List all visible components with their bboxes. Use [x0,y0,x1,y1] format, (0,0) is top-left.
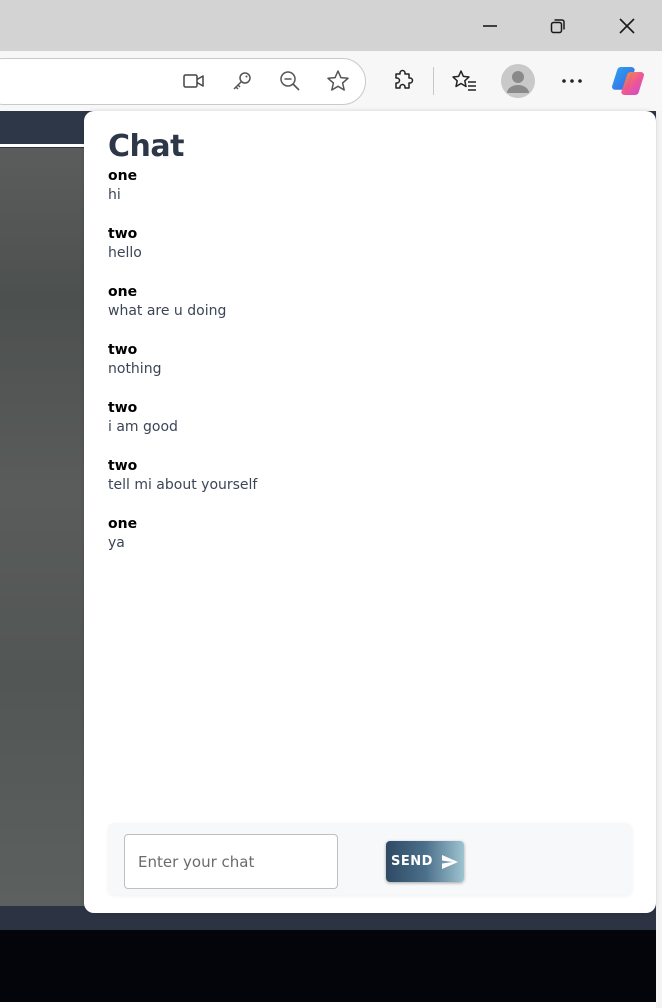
favorites-button[interactable] [447,64,481,98]
message-sender: two [108,400,138,416]
camera-button[interactable] [177,64,211,98]
footer-strip [0,930,656,1002]
extensions-icon [395,69,414,89]
message-sender: one [108,168,138,184]
extensions-button[interactable] [386,64,420,98]
send-icon [441,854,458,869]
favorite-button[interactable] [321,64,355,98]
message-item: one ya [108,515,628,573]
web-page: Chat one hi two hello one what are u doi… [0,111,662,1008]
chat-input[interactable] [124,834,338,889]
close-window-button[interactable] [594,0,660,51]
browser-toolbar [0,51,662,111]
send-button-label: SEND [391,854,433,869]
favorites-icon [452,70,476,91]
message-sender: one [108,516,138,532]
message-item: one what are u doing [108,283,628,341]
message-text: i am good [108,419,178,435]
page-scrollbar-gutter[interactable] [656,111,662,1008]
chat-title: Chat [108,129,184,164]
profile-avatar-icon [501,64,535,98]
message-item: two nothing [108,341,628,399]
message-list: one hi two hello one what are u doing tw… [108,167,628,573]
copilot-icon [612,67,644,95]
password-button[interactable] [225,64,259,98]
zoom-out-icon [280,71,300,91]
message-text: hi [108,187,121,203]
more-button[interactable] [555,64,589,98]
message-item: two tell mi about yourself [108,457,628,515]
message-sender: two [108,458,138,474]
message-item: one hi [108,167,628,225]
copilot-button[interactable] [611,64,645,98]
more-icon [562,79,582,83]
toolbar-separator [433,67,434,95]
restore-button[interactable] [525,0,591,51]
message-text: what are u doing [108,303,227,319]
message-text: hello [108,245,142,261]
minimize-icon [483,24,497,27]
message-text: tell mi about yourself [108,477,258,493]
window-title-bar [0,0,662,51]
message-item: two hello [108,225,628,283]
message-item: two i am good [108,399,628,457]
zoom-out-button[interactable] [273,64,307,98]
send-button[interactable]: SEND [386,841,464,882]
message-text: ya [108,535,125,551]
message-sender: two [108,226,138,242]
chat-panel: Chat one hi two hello one what are u doi… [84,111,656,913]
message-sender: one [108,284,138,300]
restore-icon [550,18,565,33]
key-icon [233,72,251,90]
camera-icon [183,74,204,88]
favorite-star-icon [327,70,349,91]
minimize-button[interactable] [457,0,523,51]
close-icon [619,17,635,34]
profile-avatar[interactable] [500,63,536,99]
chat-compose-bar: SEND [108,823,632,895]
message-sender: two [108,342,138,358]
message-text: nothing [108,361,162,377]
